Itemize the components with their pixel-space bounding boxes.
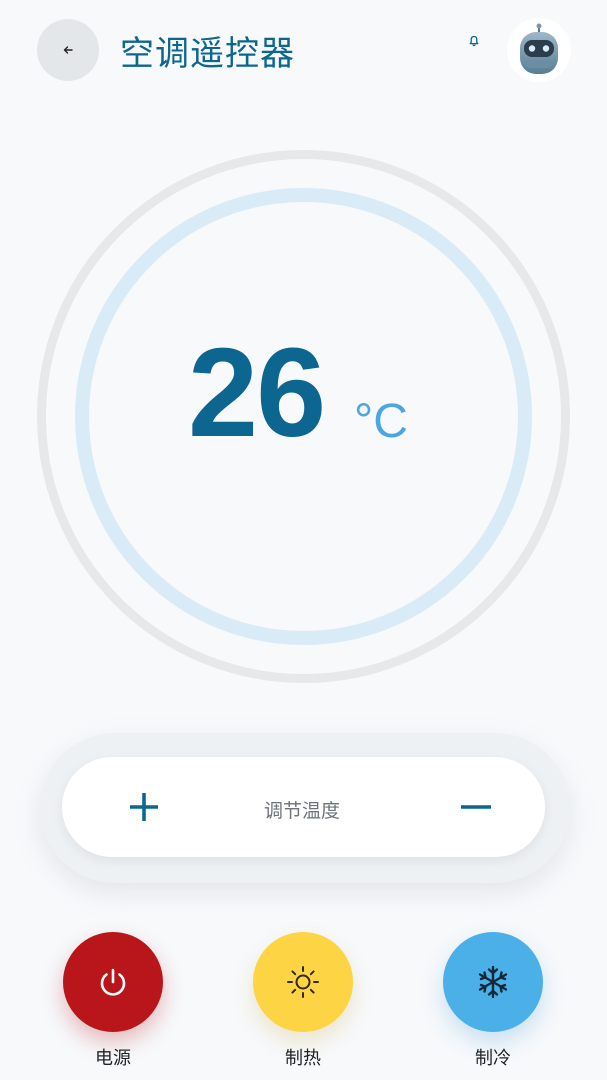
sun-icon <box>287 966 319 998</box>
back-button[interactable] <box>37 19 99 81</box>
heating-mode-button[interactable] <box>253 932 353 1032</box>
bell-icon <box>469 35 479 47</box>
power-label: 电源 <box>95 1048 131 1069</box>
temperature-value: 26 <box>188 322 326 463</box>
power-icon <box>100 968 126 996</box>
cooling-label: 制冷 <box>475 1048 511 1069</box>
avatar[interactable] <box>507 18 571 82</box>
snowflake-icon <box>478 965 508 999</box>
minus-icon <box>461 805 491 809</box>
plus-icon <box>130 793 158 821</box>
heating-label: 制热 <box>285 1048 321 1069</box>
air-conditioner-remote-screen: 空调遥控器 26 °C 调节温度 电源 制热 制冷 <box>0 0 607 1080</box>
decrease-temperature-button[interactable] <box>452 782 500 832</box>
notification-button[interactable] <box>466 33 482 49</box>
cooling-mode-button[interactable] <box>443 932 543 1032</box>
power-button[interactable] <box>63 932 163 1032</box>
adjust-temperature-label: 调节温度 <box>263 800 340 822</box>
page-title: 空调遥控器 <box>120 34 295 74</box>
arrow-left-icon <box>63 46 73 54</box>
robot-avatar-icon <box>520 23 558 74</box>
temperature-unit: °C <box>354 395 408 448</box>
increase-temperature-button[interactable] <box>120 782 168 832</box>
